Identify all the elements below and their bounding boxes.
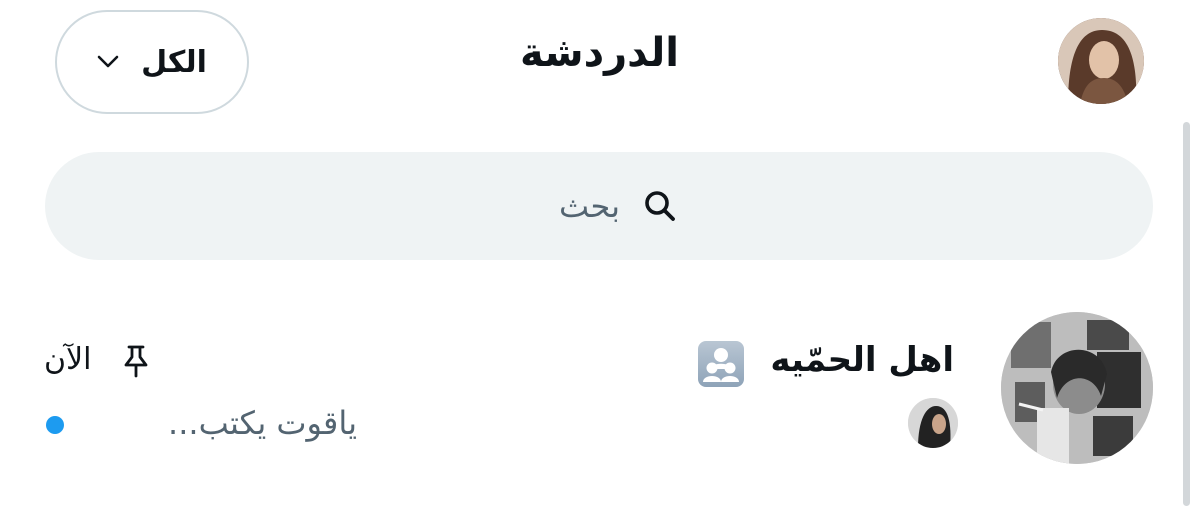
chat-page: الكل الدردشة بحث اهل الحمّيه ياقوت يكتب.…	[0, 0, 1199, 506]
filter-dropdown[interactable]: الكل	[55, 10, 249, 114]
scrollbar[interactable]	[1183, 122, 1190, 506]
typing-status: ياقوت يكتب...	[168, 404, 357, 442]
unread-indicator	[46, 416, 64, 434]
search-input[interactable]	[520, 187, 620, 225]
filter-label: الكل	[141, 44, 207, 80]
pin-icon	[124, 345, 148, 378]
chat-timestamp: الآن	[44, 342, 92, 377]
chat-name: اهل الحمّيه	[770, 340, 954, 380]
search-bar[interactable]	[45, 152, 1153, 260]
chat-avatar	[1001, 312, 1153, 464]
group-icon	[698, 341, 744, 387]
typing-user-avatar	[908, 398, 958, 448]
chevron-down-icon	[97, 55, 119, 68]
chat-list-item[interactable]: اهل الحمّيه ياقوت يكتب... الآن	[0, 300, 1199, 490]
profile-avatar[interactable]	[1058, 18, 1144, 104]
search-icon	[645, 191, 675, 221]
